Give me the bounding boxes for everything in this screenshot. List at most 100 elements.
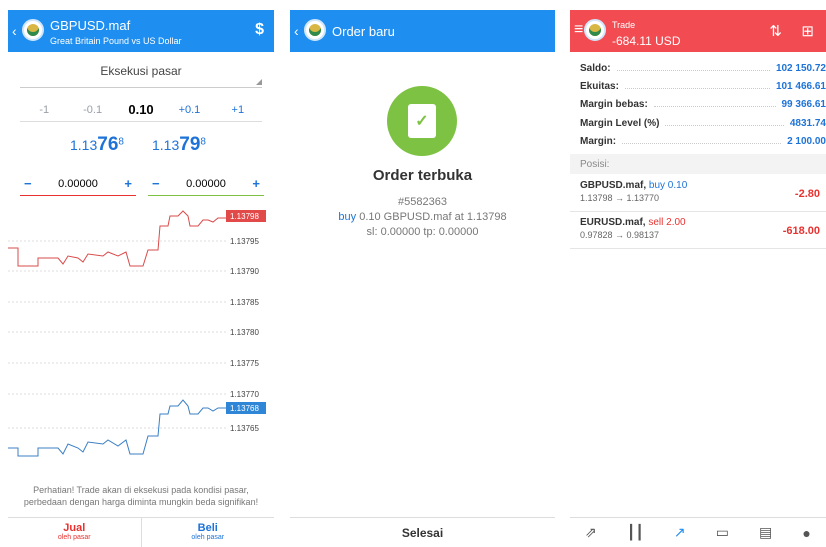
bid-price-main: 1.13 (70, 137, 98, 153)
trade-icon[interactable]: ↗ (674, 524, 686, 541)
account-row: Margin: 2 100.00 (580, 136, 826, 147)
ask-price-big: 79 (179, 134, 201, 155)
order-sltp: sl: 0.00000 tp: 0.00000 (366, 226, 479, 238)
account-row: Margin Level (%) 4831.74 (580, 118, 826, 129)
position-symbol: EURUSD.maf, (580, 217, 646, 228)
dropdown-icon (256, 79, 262, 85)
sl-plus-button[interactable]: + (124, 176, 132, 191)
app-logo-icon (584, 19, 606, 41)
price-tick: 1.13770 (230, 390, 259, 399)
position-profit: -2.80 (794, 188, 820, 200)
buy-label: Beli (197, 522, 218, 534)
tp-value[interactable]: 0.00000 (186, 178, 226, 190)
news-icon[interactable]: ▤ (759, 524, 772, 541)
positions-header: Posisi: (570, 154, 826, 174)
chat-icon[interactable]: ● (802, 525, 810, 541)
document-check-icon: ✓ (408, 104, 436, 138)
ask-price: 1.13798 (152, 134, 206, 156)
sort-icon[interactable]: ⇅ (769, 22, 782, 40)
order-side: buy (338, 211, 357, 223)
volume-stepper: -1 -0.1 0.10 +0.1 +1 (20, 98, 262, 122)
tp-minus-button[interactable]: − (152, 176, 160, 191)
bid-price-big: 76 (97, 134, 119, 155)
market-warning: Perhatian! Trade akan di eksekusi pada k… (23, 485, 259, 507)
tp-plus-button[interactable]: + (252, 176, 260, 191)
ask-price-sup: 8 (200, 136, 206, 148)
chart-icon[interactable]: ┃┃ (627, 524, 644, 541)
history-icon[interactable]: ▭ (716, 524, 729, 541)
execution-select[interactable]: Eksekusi pasar (20, 64, 262, 88)
order-new-title: Order baru (332, 24, 395, 39)
row-value: 99 366.61 (781, 99, 826, 110)
position-side: buy 0.10 (648, 180, 688, 191)
price-tick: 1.13785 (230, 298, 259, 307)
position-side: sell 2.00 (648, 217, 686, 228)
row-label: Margin Level (%) (580, 118, 660, 129)
bid-price: 1.13768 (70, 134, 124, 156)
back-icon[interactable]: ‹ (294, 23, 299, 39)
volume-plus-01[interactable]: +0.1 (165, 104, 213, 116)
symbol-title: GBPUSD.maf (50, 18, 131, 33)
order-status: Order terbuka (372, 167, 473, 184)
back-icon[interactable]: ‹ (12, 23, 17, 39)
execution-value: Eksekusi pasar (100, 64, 182, 78)
price-tick: 1.13780 (230, 328, 259, 337)
price-tick: 1.13795 (230, 237, 259, 246)
row-dots (622, 136, 782, 144)
position-title: GBPUSD.maf, buy 0.10 (580, 180, 816, 191)
order-detail-text: 0.10 GBPUSD.maf at 1.13798 (359, 211, 507, 223)
position-row[interactable]: EURUSD.maf, sell 2.00 0.97828 → 0.98137 … (570, 213, 826, 249)
volume-minus-01[interactable]: -0.1 (68, 104, 116, 116)
trade-panel: ≡ Trade -684.11 USD ⇅ ⊞ Saldo: 102 150.72… (570, 10, 826, 547)
row-dots (665, 118, 784, 126)
app-logo-icon (304, 19, 326, 41)
sl-value[interactable]: 0.00000 (58, 178, 98, 190)
ask-line (8, 210, 226, 267)
trade-header: ≡ Trade -684.11 USD ⇅ ⊞ (570, 10, 826, 52)
position-symbol: GBPUSD.maf, (580, 180, 647, 191)
ask-price-main: 1.13 (152, 137, 180, 153)
done-label: Selesai (401, 525, 444, 540)
position-row[interactable]: GBPUSD.maf, buy 0.10 1.13798 → 1.13770 -… (570, 176, 826, 212)
order-buttons: Jual oleh pasar Beli oleh pasar (8, 517, 274, 547)
row-value: 2 100.00 (787, 136, 826, 147)
bottom-tab-bar: ⇗ ┃┃ ↗ ▭ ▤ ● (570, 517, 826, 547)
sl-minus-button[interactable]: − (24, 176, 32, 191)
sell-sublabel: oleh pasar (57, 534, 91, 541)
sell-button[interactable]: Jual oleh pasar (8, 518, 142, 547)
row-label: Margin bebas: (580, 99, 648, 110)
app-logo-icon (22, 19, 44, 41)
position-profit: -618.00 (782, 225, 820, 237)
account-row: Ekuitas: 101 466.61 (580, 81, 826, 92)
tick-chart: 1.13798 1.13768 1.13795 1.13790 1.13785 … (8, 210, 266, 457)
done-button[interactable]: Selesai (290, 517, 555, 547)
row-label: Ekuitas: (580, 81, 619, 92)
order-detail: buy 0.10 GBPUSD.maf at 1.13798 (290, 211, 555, 223)
quotes-icon[interactable]: ⇗ (585, 524, 597, 541)
stop-loss-field[interactable]: − 0.00000 + (20, 172, 136, 196)
new-order-icon[interactable]: ⊞ (801, 22, 814, 40)
sell-label: Jual (63, 522, 86, 534)
symbol-description: Great Britain Pound vs US Dollar (50, 36, 182, 46)
row-label: Margin: (580, 136, 617, 147)
take-profit-field[interactable]: − 0.00000 + (148, 172, 264, 196)
order-result-panel: ‹ Order baru ✓ Order terbuka #5582363 bu… (290, 10, 555, 547)
price-tick: 1.13765 (230, 424, 259, 433)
price-tick: 1.13790 (230, 267, 259, 276)
menu-icon[interactable]: ≡ (574, 21, 583, 39)
volume-value[interactable]: 0.10 (117, 102, 165, 117)
row-label: Saldo: (580, 63, 611, 74)
bid-price-tag-label: 1.13768 (230, 404, 259, 413)
position-prices: 1.13798 → 1.13770 (580, 193, 660, 203)
row-value: 4831.74 (789, 118, 826, 129)
volume-plus-1[interactable]: +1 (214, 104, 262, 116)
row-dots (653, 99, 776, 107)
volume-minus-1[interactable]: -1 (20, 104, 68, 116)
chart-grid (8, 240, 226, 429)
symbol-switch-icon[interactable]: $ (255, 21, 264, 39)
order-result-header: ‹ Order baru (290, 10, 555, 52)
buy-button[interactable]: Beli oleh pasar (142, 518, 275, 547)
order-success-icon: ✓ (387, 86, 457, 156)
account-row: Saldo: 102 150.72 (580, 63, 826, 74)
order-ticket: #5582363 (398, 196, 447, 208)
